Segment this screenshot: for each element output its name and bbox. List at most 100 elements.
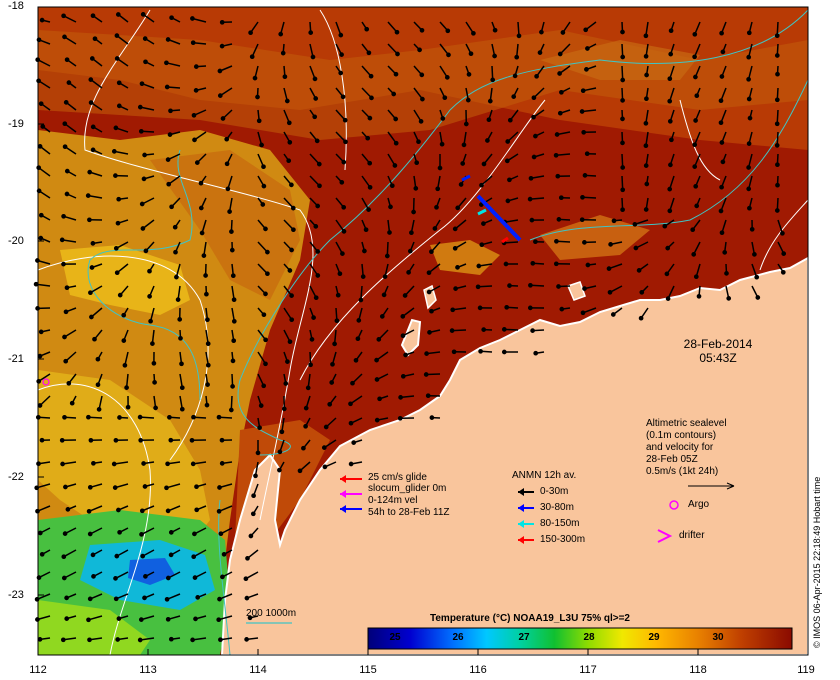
velocity-arrow-head — [287, 139, 293, 145]
velocity-arrow-head — [61, 261, 66, 267]
velocity-arrow-head — [63, 100, 69, 105]
velocity-arrow-head — [291, 227, 296, 233]
colorbar — [367, 627, 793, 650]
velocity-arrow-head — [398, 395, 403, 400]
velocity-arrow-head — [460, 161, 466, 166]
velocity-arrow-head — [205, 317, 210, 323]
velocity-arrow-head — [560, 30, 566, 35]
velocity-arrow-head — [608, 242, 613, 247]
velocity-arrow-head — [400, 314, 406, 319]
velocity-arrow-head — [117, 292, 123, 298]
velocity-arrow-head — [137, 414, 143, 420]
velocity-arrow-head — [290, 205, 296, 211]
velocity-arrow-head — [485, 138, 490, 143]
velocity-arrow-head — [284, 98, 290, 104]
velocity-arrow-head — [117, 415, 122, 420]
velocity-arrow-head — [305, 385, 311, 391]
velocity-arrow-head — [746, 186, 752, 192]
velocity-arrow-head — [374, 377, 380, 382]
velocity-arrow-head — [455, 265, 460, 270]
velocity-arrow-head — [582, 173, 588, 178]
velocity-arrow-head — [335, 292, 341, 298]
velocity-arrow-head — [338, 32, 344, 38]
lat-label: -21 — [8, 353, 24, 365]
velocity-arrow-head — [87, 217, 92, 223]
velocity-arrow-head — [754, 274, 760, 280]
velocity-arrow-head — [556, 284, 561, 289]
velocity-arrow-head — [164, 84, 170, 90]
velocity-arrow-head — [429, 308, 434, 314]
velocity-arrow-head — [87, 637, 92, 643]
velocity-arrow-head — [416, 139, 421, 145]
velocity-arrow-head — [261, 312, 267, 318]
velocity-arrow-head — [175, 297, 181, 302]
velocity-arrow-head — [179, 361, 184, 367]
velocity-arrow-head — [88, 290, 93, 296]
colorbar-tick: 25 — [389, 632, 401, 643]
velocity-arrow-head — [69, 400, 75, 406]
velocity-arrow-head — [153, 405, 158, 411]
velocity-arrow-head — [468, 51, 474, 57]
velocity-arrow-head — [746, 54, 752, 60]
velocity-arrow-head — [313, 295, 319, 301]
velocity-arrow-head — [66, 80, 72, 85]
velocity-arrow-head — [511, 94, 517, 99]
velocity-arrow-head — [190, 461, 196, 467]
velocity-arrow-head — [348, 401, 353, 407]
velocity-arrow-head — [321, 445, 327, 450]
velocity-arrow-head — [141, 461, 146, 466]
velocity-arrow-head — [722, 250, 728, 255]
velocity-arrow-head — [338, 70, 344, 76]
velocity-arrow-head — [139, 532, 144, 537]
velocity-arrow-head — [366, 50, 372, 56]
velocity-arrow-head — [219, 19, 225, 25]
lat-label: -19 — [8, 118, 24, 130]
velocity-arrow-head — [746, 141, 752, 146]
velocity-arrow-head — [90, 552, 96, 558]
velocity-arrow-head — [669, 137, 674, 143]
velocity-arrow-head — [88, 437, 94, 443]
velocity-arrow-head — [142, 152, 147, 158]
velocity-arrow-head — [452, 226, 458, 232]
velocity-arrow-head — [692, 54, 697, 60]
colorbar-tick: 26 — [452, 632, 464, 643]
velocity-arrow-head — [115, 12, 121, 17]
velocity-arrow-head — [279, 429, 285, 435]
velocity-arrow-head — [87, 169, 93, 175]
velocity-arrow-head — [261, 383, 267, 389]
velocity-arrow-head — [364, 26, 370, 32]
velocity-arrow-head — [219, 461, 225, 466]
velocity-arrow-head — [322, 464, 328, 470]
velocity-arrow-head — [507, 283, 512, 288]
velocity-arrow-head — [192, 137, 197, 143]
velocity-arrow-head — [39, 437, 45, 443]
velocity-arrow-head — [165, 157, 171, 162]
velocity-arrow-head — [37, 530, 43, 536]
argo-legend-label: Argo — [688, 499, 710, 510]
velocity-arrow-head — [419, 72, 425, 78]
velocity-arrow-head — [250, 511, 256, 517]
lat-label: -22 — [8, 471, 24, 483]
velocity-arrow-head — [397, 415, 403, 421]
velocity-arrow-head — [330, 361, 335, 367]
velocity-arrow-head — [225, 186, 231, 192]
velocity-arrow-head — [557, 71, 562, 76]
velocity-arrow-head — [88, 77, 94, 82]
velocity-arrow-head — [719, 184, 724, 190]
velocity-arrow-head — [367, 115, 373, 121]
velocity-arrow-head — [692, 142, 698, 148]
velocity-arrow-head — [60, 461, 65, 467]
velocity-arrow-head — [63, 309, 69, 315]
velocity-arrow-head — [303, 423, 308, 429]
velocity-arrow-head — [366, 207, 371, 212]
velocity-arrow-head — [780, 269, 786, 275]
velocity-arrow-head — [720, 159, 726, 165]
velocity-arrow-head — [327, 401, 333, 407]
velocity-arrow-head — [423, 372, 429, 377]
velocity-arrow-head — [138, 128, 144, 134]
velocity-arrow-head — [402, 293, 408, 298]
velocity-arrow-head — [261, 164, 266, 170]
velocity-arrow-head — [178, 335, 183, 341]
velocity-arrow-head — [643, 143, 649, 149]
velocity-arrow-head — [37, 144, 43, 149]
